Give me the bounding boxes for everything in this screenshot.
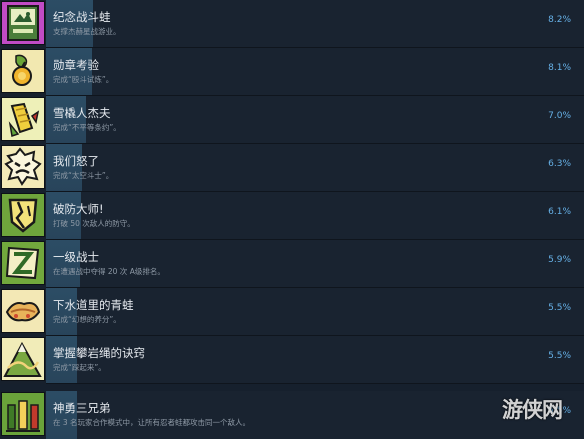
achievement-description: 完成“幻想的养分”。 — [53, 315, 121, 324]
achievement-title: 破防大师! — [53, 202, 104, 216]
achievement-description: 完成“踩起来”。 — [53, 363, 106, 372]
unlock-percent: 5.5% — [548, 351, 571, 361]
achievement-list: 纪念战斗蛙 支撑杰赫星战游业。 8.2% 勋章考验 完成“殴斗试炼”。 8.1% — [0, 0, 584, 439]
site-watermark: 游侠网 — [502, 398, 563, 422]
achievement-row[interactable]: 一级战士 在遭遇战中夺得 20 次 A级排名。 5.9% — [0, 240, 584, 288]
three-brothers-icon — [1, 392, 45, 436]
progress-track — [46, 144, 584, 192]
broken-shield-icon — [1, 193, 45, 237]
achievement-title: 纪念战斗蛙 — [53, 10, 111, 24]
achievement-description: 在 3 名玩家合作模式中，让所有忍者蛙都攻击同一个敌人。 — [53, 418, 251, 427]
unlock-percent: 6.3% — [548, 159, 571, 169]
unlock-percent: 6.1% — [548, 207, 571, 217]
achievement-description: 支撑杰赫星战游业。 — [53, 27, 121, 36]
progress-track — [46, 96, 584, 144]
achievement-description: 完成“殴斗试炼”。 — [53, 75, 114, 84]
rank-a-icon — [1, 241, 45, 285]
frog-poster-icon — [1, 1, 45, 45]
achievement-row[interactable]: 破防大师! 打破 50 次敌人的防守。 6.1% — [0, 192, 584, 240]
achievement-description: 完成“不平等条约”。 — [53, 123, 121, 132]
row-divider — [46, 383, 584, 384]
achievement-title: 神勇三兄弟 — [53, 401, 111, 415]
unlock-percent: 7.0% — [548, 111, 571, 121]
achievement-title: 勋章考验 — [53, 58, 99, 72]
achievement-title: 雪橇人杰夫 — [53, 106, 111, 120]
achievement-row[interactable]: 纪念战斗蛙 支撑杰赫星战游业。 8.2% — [0, 0, 584, 48]
angry-burst-icon — [1, 145, 45, 189]
progress-track — [46, 240, 584, 288]
achievement-title: 下水道里的青蛙 — [53, 298, 134, 312]
mountain-rope-icon — [1, 337, 45, 381]
sewer-frog-icon — [1, 289, 45, 333]
achievement-row[interactable]: 神勇三兄弟 在 3 名玩家合作模式中，让所有忍者蛙都攻击同一个敌人。 5.5% — [0, 391, 584, 439]
achievement-row[interactable]: 我们怒了 完成“太空斗士”。 6.3% — [0, 144, 584, 192]
medal-icon — [1, 49, 45, 93]
unlock-percent: 5.9% — [548, 255, 571, 265]
achievement-title: 掌握攀岩绳的诀窍 — [53, 346, 145, 360]
achievement-title: 我们怒了 — [53, 154, 99, 168]
unlock-percent: 5.5% — [548, 303, 571, 313]
achievement-title: 一级战士 — [53, 250, 99, 264]
corn-sled-icon — [1, 97, 45, 141]
achievement-row[interactable]: 勋章考验 完成“殴斗试炼”。 8.1% — [0, 48, 584, 96]
progress-track — [46, 48, 584, 96]
achievement-description: 在遭遇战中夺得 20 次 A级排名。 — [53, 267, 165, 276]
achievement-description: 完成“太空斗士”。 — [53, 171, 114, 180]
achievement-row[interactable]: 下水道里的青蛙 完成“幻想的养分”。 5.5% — [0, 288, 584, 336]
achievement-description: 打破 50 次敌人的防守。 — [53, 219, 135, 228]
unlock-percent: 8.1% — [548, 63, 571, 73]
achievement-row[interactable]: 雪橇人杰夫 完成“不平等条约”。 7.0% — [0, 96, 584, 144]
unlock-percent: 8.2% — [548, 15, 571, 25]
progress-track — [46, 0, 584, 48]
achievement-row[interactable]: 掌握攀岩绳的诀窍 完成“踩起来”。 5.5% — [0, 336, 584, 384]
progress-track — [46, 192, 584, 240]
